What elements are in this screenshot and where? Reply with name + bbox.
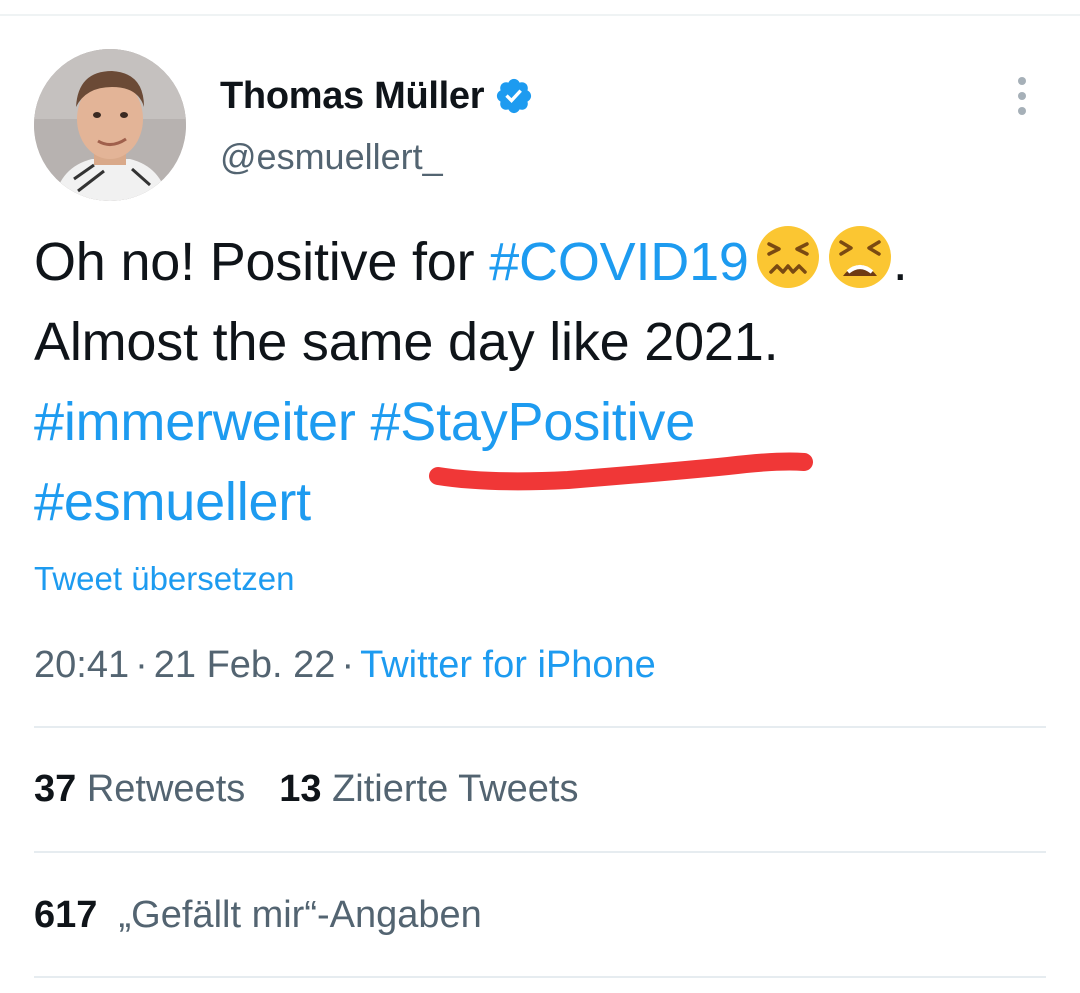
retweets-count: 37 bbox=[34, 768, 77, 810]
confounded-face-emoji-icon bbox=[755, 224, 821, 290]
tweet-text-period: . bbox=[892, 232, 908, 292]
likes-count: 617 bbox=[34, 894, 98, 936]
tweet-line-1: Oh no! Positive for #COVID19. bbox=[34, 222, 1044, 302]
tweet-text-segment: Oh no! Positive for bbox=[34, 232, 490, 292]
retweets-label: Retweets bbox=[86, 768, 246, 810]
hashtag-immerweiter[interactable]: #immerweiter bbox=[34, 392, 356, 452]
divider bbox=[34, 726, 1046, 728]
red-underline-annotation bbox=[429, 452, 813, 491]
tweet-text: Oh no! Positive for #COVID19. Almost the… bbox=[34, 222, 1044, 542]
more-options-icon[interactable] bbox=[1000, 72, 1044, 120]
hashtag-staypositive[interactable]: #StayPositive bbox=[370, 392, 695, 452]
retweets-stat[interactable]: 37 Retweets bbox=[34, 768, 245, 811]
quotes-count: 13 bbox=[279, 768, 322, 810]
display-name[interactable]: Thomas Müller bbox=[220, 75, 485, 118]
verified-badge-icon bbox=[494, 76, 534, 116]
user-handle[interactable]: @esmuellert_ bbox=[220, 136, 443, 178]
tweet-time[interactable]: 20:41 bbox=[34, 644, 129, 686]
meta-separator: · bbox=[135, 644, 148, 686]
tweet-metadata: 20:41 · 21 Feb. 22 · Twitter for iPhone bbox=[34, 644, 656, 687]
likes-label: „Gefällt mir“-Angaben bbox=[118, 894, 482, 936]
tired-face-emoji-icon bbox=[827, 224, 893, 290]
tweet-date[interactable]: 21 Feb. 22 bbox=[154, 644, 336, 686]
retweet-stats-row: 37 Retweets 13 Zitierte Tweets bbox=[34, 768, 578, 811]
likes-stats-row: 617 „Gefällt mir“-Angaben bbox=[34, 894, 482, 937]
translate-tweet-link[interactable]: Tweet übersetzen bbox=[34, 560, 295, 598]
meta-separator: · bbox=[341, 644, 355, 686]
quote-tweets-stat[interactable]: 13 Zitierte Tweets bbox=[279, 768, 578, 811]
top-divider bbox=[0, 14, 1080, 16]
author-name-row: Thomas Müller bbox=[220, 70, 534, 122]
likes-stat[interactable]: 617 „Gefällt mir“-Angaben bbox=[34, 894, 482, 937]
divider bbox=[34, 851, 1046, 853]
tweet-source-link[interactable]: Twitter for iPhone bbox=[360, 644, 656, 686]
hashtag-esmuellert[interactable]: #esmuellert bbox=[34, 472, 311, 532]
hashtag-covid19[interactable]: #COVID19 bbox=[489, 232, 749, 292]
tweet-line-2: Almost the same day like 2021. bbox=[34, 312, 779, 372]
divider bbox=[34, 976, 1046, 978]
quotes-label: Zitierte Tweets bbox=[332, 768, 579, 810]
avatar[interactable] bbox=[34, 49, 186, 201]
